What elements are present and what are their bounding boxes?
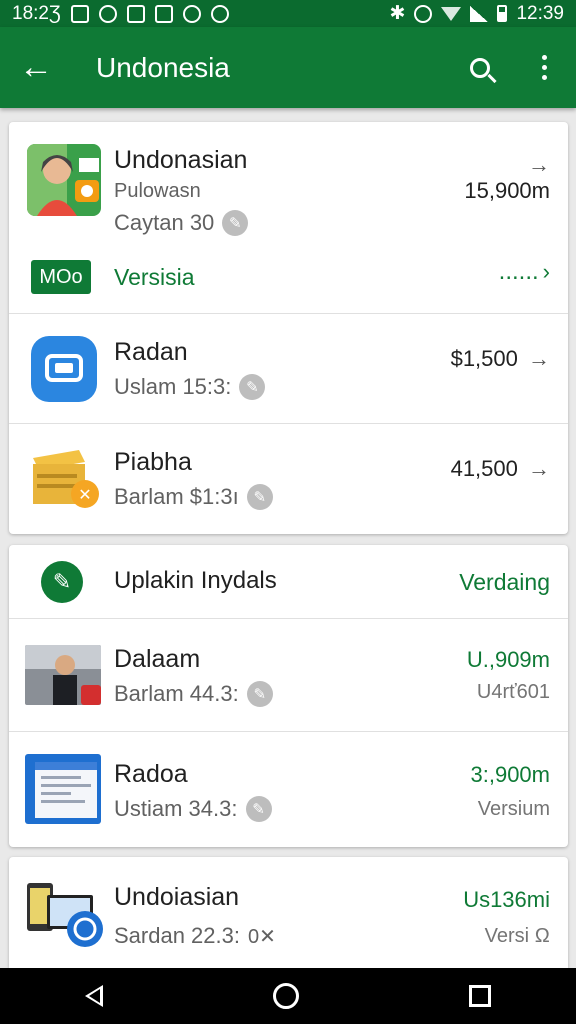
battery-icon [497, 5, 508, 22]
item-meta-text: Uslam 15:3: [114, 374, 232, 399]
item-version: Versi Ω [484, 925, 550, 947]
notification-icon [70, 4, 89, 23]
alarm-icon [414, 4, 433, 23]
item-meta: Ustiam 34.3: ✎ [114, 796, 272, 822]
notification-icon [182, 4, 201, 23]
app-thumbnail: ✕ [29, 444, 99, 510]
item-price: 3:,900m [470, 762, 551, 787]
featured-card: Undonasian Pulowasn Caytan 30 ✎ → 15,900… [9, 122, 568, 534]
chevron-right-icon: › [542, 259, 550, 284]
more-options-button[interactable] [512, 27, 576, 108]
section-action[interactable]: Verdaing [459, 569, 550, 596]
item-title: Piabha [114, 448, 192, 476]
version-link[interactable]: Versisia [114, 264, 195, 291]
app-bar: ← Undonesia [0, 27, 576, 108]
nav-home-icon[interactable] [273, 983, 299, 1009]
version-more[interactable]: ...... › [499, 258, 550, 286]
more-vert-icon [541, 55, 547, 80]
list-item[interactable]: Radan Uslam 15:3: ✎ $1,500 → [9, 314, 568, 424]
dots-text: ...... [498, 258, 539, 285]
app-thumbnail [27, 144, 101, 216]
wifi-icon [441, 6, 462, 21]
item-title: Undonasian [114, 146, 248, 174]
notification-icon [126, 4, 145, 23]
item-meta-text: Barlam 44.3: [114, 681, 239, 706]
item-meta: Uslam 15:3: ✎ [114, 374, 266, 400]
item-title: Undoiasian [114, 883, 240, 911]
app-thumbnail [25, 645, 101, 705]
item-meta: Sardan 22.3: 0✕ [114, 923, 276, 949]
item-price: 15,900m [464, 178, 550, 203]
search-button[interactable] [448, 27, 512, 108]
verified-badge-icon: ✎ [239, 374, 266, 400]
list-item[interactable]: Undoiasian Sardan 22.3: 0✕ Us136mi Versi… [9, 857, 568, 968]
back-button[interactable]: ← [0, 27, 72, 108]
bluetooth-icon: ✱ [389, 3, 406, 24]
chevron-right-icon[interactable]: → [528, 152, 550, 178]
edit-circle-icon: ✎ [41, 561, 83, 603]
list-item[interactable]: Radoa Ustiam 34.3: ✎ 3:,900m Versium [9, 732, 568, 847]
item-meta-text: Caytan 30 [114, 210, 215, 235]
signal-icon [470, 5, 489, 22]
item-price: Us136mi [463, 887, 550, 912]
arrow-left-icon: ← [19, 48, 53, 86]
svg-text:✕: ✕ [78, 485, 91, 504]
app-thumbnail [31, 336, 97, 402]
item-meta: Caytan 30 ✎ [114, 210, 249, 236]
verified-badge-icon: ✎ [246, 484, 273, 510]
notification-icon [210, 4, 229, 23]
item-title: Dalaam [114, 645, 201, 673]
nav-back-icon[interactable] [85, 985, 103, 1007]
chip-badge: MOo [31, 260, 91, 294]
status-time-right: 12:39 [516, 2, 564, 24]
list-item[interactable]: ✕ Piabha Barlam $1:3ı ✎ 41,500 → [9, 424, 568, 534]
page-title: Undonesia [96, 51, 230, 83]
section-header: ✎ Uplakin Inydals Verdaing [9, 545, 568, 619]
item-version: Versium [477, 798, 550, 820]
app-thumbnail [25, 879, 105, 949]
list-item[interactable]: Undonasian Pulowasn Caytan 30 ✎ → 15,900… [9, 122, 568, 314]
list-item[interactable]: Dalaam Barlam 44.3: ✎ U.,909m U4rť601 [9, 619, 568, 732]
updates-card: ✎ Uplakin Inydals Verdaing Dalaam Barlam… [9, 545, 568, 847]
list-card: Undoiasian Sardan 22.3: 0✕ Us136mi Versi… [9, 857, 568, 968]
chevron-right-icon: → [528, 456, 550, 481]
item-meta: Barlam $1:3ı ✎ [114, 484, 273, 510]
item-meta-text: Barlam $1:3ı [114, 484, 239, 509]
item-price: $1,500 [450, 346, 518, 371]
item-meta-text: Sardan 22.3: [114, 923, 240, 948]
item-version: U4rť601 [476, 681, 550, 703]
item-meta-text: Ustiam 34.3: [114, 796, 238, 821]
verified-badge-icon: ✎ [245, 796, 272, 822]
item-price-group: 41,500 → [451, 456, 550, 482]
item-price: 41,500 [450, 456, 518, 481]
search-icon [470, 57, 490, 78]
item-meta: Barlam 44.3: ✎ [114, 681, 273, 707]
section-title: Uplakin Inydals [114, 567, 277, 594]
app-thumbnail [25, 754, 101, 824]
system-nav-bar [0, 968, 576, 1024]
notification-icon [154, 4, 173, 23]
notification-icon [98, 4, 117, 23]
item-price: U.,909m [466, 647, 550, 672]
item-meta-badge: 0✕ [247, 925, 276, 948]
item-price-group: $1,500 → [451, 346, 550, 372]
chevron-right-icon: → [528, 346, 550, 371]
item-title: Radan [114, 338, 188, 366]
nav-recents-icon[interactable] [469, 985, 491, 1007]
item-subtitle: Pulowasn [114, 180, 201, 202]
item-title: Radoa [114, 760, 188, 788]
verified-badge-icon: ✎ [246, 681, 273, 707]
verified-badge-icon: ✎ [222, 210, 249, 236]
status-bar: 18:2Ʒ ✱ 12:39 [0, 0, 576, 27]
status-time-left: 18:2Ʒ [12, 2, 61, 24]
